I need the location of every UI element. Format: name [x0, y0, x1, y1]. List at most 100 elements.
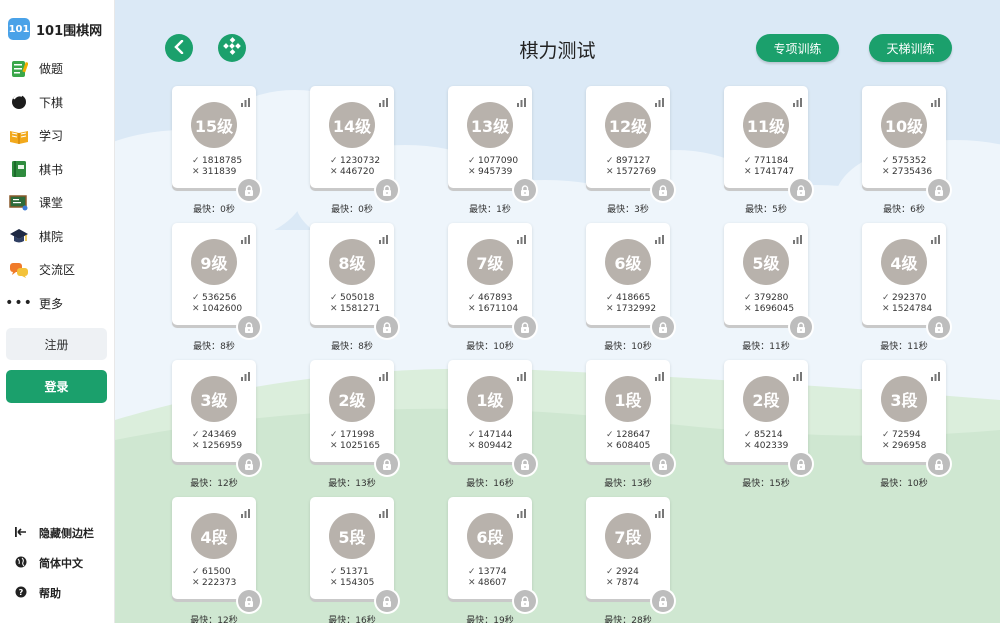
stats-chart-icon[interactable] [793, 366, 802, 381]
level-card[interactable]: 3段 ✓ 72594 ✕ 296958 [862, 360, 946, 462]
lock-button[interactable] [376, 590, 398, 612]
rank-badge: 6级 [605, 239, 651, 285]
rank-badge: 4段 [191, 513, 237, 559]
level-card[interactable]: 11级 ✓ 771184 ✕ 1741747 [724, 86, 808, 188]
stats-chart-icon[interactable] [655, 92, 664, 107]
lock-button[interactable] [514, 179, 536, 201]
lock-button[interactable] [790, 179, 812, 201]
language-button[interactable]: 简体中文 [0, 548, 115, 578]
lock-button[interactable] [238, 316, 260, 338]
svg-text:?: ? [19, 588, 24, 597]
login-button[interactable]: 登录 [6, 370, 107, 403]
stats-chart-icon[interactable] [931, 366, 940, 381]
level-card[interactable]: 15级 ✓ 1818785 ✕ 311839 [172, 86, 256, 188]
sidebar-item-more[interactable]: ••• 更多 [0, 287, 115, 321]
hide-sidebar-button[interactable]: 隐藏侧边栏 [0, 518, 115, 548]
wrong-count-value: 1524784 [892, 304, 933, 314]
special-training-button[interactable]: 专项训练 [756, 34, 839, 62]
stats-chart-icon[interactable] [517, 92, 526, 107]
lock-button[interactable] [790, 316, 812, 338]
stats-chart-icon[interactable] [931, 229, 940, 244]
stats-chart-icon[interactable] [241, 503, 250, 518]
lock-button[interactable] [790, 453, 812, 475]
brand-logo: 101 [8, 18, 30, 40]
stats-chart-icon[interactable] [517, 503, 526, 518]
rank-badge: 2级 [329, 376, 375, 422]
level-card[interactable]: 6级 ✓ 418665 ✕ 1732992 [586, 223, 670, 325]
correct-count: ✓ 418665 [606, 293, 650, 304]
check-icon: ✓ [330, 156, 338, 166]
level-card[interactable]: 4级 ✓ 292370 ✕ 1524784 [862, 223, 946, 325]
lock-button[interactable] [238, 590, 260, 612]
sidebar-nav: 做题 下棋 学习 棋书 课堂 棋院 交流区 ••• 更多 [0, 52, 115, 320]
sidebar-item-books[interactable]: 棋书 [0, 153, 115, 187]
stats-chart-icon[interactable] [655, 503, 664, 518]
stats-chart-icon[interactable] [517, 229, 526, 244]
level-card[interactable]: 10级 ✓ 575352 ✕ 2735436 [862, 86, 946, 188]
level-card[interactable]: 6段 ✓ 13774 ✕ 48607 [448, 497, 532, 599]
sidebar-item-play[interactable]: 下棋 [0, 86, 115, 120]
level-card[interactable]: 1段 ✓ 128647 ✕ 608405 [586, 360, 670, 462]
sidebar-item-academy[interactable]: 棋院 [0, 220, 115, 254]
level-card[interactable]: 13级 ✓ 1077090 ✕ 945739 [448, 86, 532, 188]
level-card[interactable]: 14级 ✓ 1230732 ✕ 446720 [310, 86, 394, 188]
stats-chart-icon[interactable] [517, 366, 526, 381]
lock-button[interactable] [514, 316, 536, 338]
lock-button[interactable] [238, 179, 260, 201]
stats-chart-icon[interactable] [379, 229, 388, 244]
lock-icon [658, 181, 668, 200]
sidebar-item-exercises[interactable]: 做题 [0, 52, 115, 86]
level-card[interactable]: 2级 ✓ 171998 ✕ 1025165 [310, 360, 394, 462]
lock-button[interactable] [238, 453, 260, 475]
level-card[interactable]: 12级 ✓ 897127 ✕ 1572769 [586, 86, 670, 188]
level-card[interactable]: 7段 ✓ 2924 ✕ 7874 [586, 497, 670, 599]
level-card[interactable]: 4段 ✓ 61500 ✕ 222373 [172, 497, 256, 599]
brand[interactable]: 101 101围棋网 [8, 18, 102, 40]
correct-count: ✓ 771184 [744, 156, 788, 167]
level-card[interactable]: 3级 ✓ 243469 ✕ 1256959 [172, 360, 256, 462]
stats-chart-icon[interactable] [379, 503, 388, 518]
best-time: 最快：12秒 [190, 616, 238, 623]
lock-button[interactable] [376, 453, 398, 475]
lock-button[interactable] [652, 316, 674, 338]
stats-chart-icon[interactable] [379, 92, 388, 107]
stats-chart-icon[interactable] [241, 366, 250, 381]
correct-count: ✓ 292370 [882, 293, 926, 304]
stats-chart-icon[interactable] [655, 366, 664, 381]
lock-button[interactable] [652, 590, 674, 612]
stats-chart-icon[interactable] [793, 92, 802, 107]
lock-button[interactable] [514, 453, 536, 475]
stats-chart-icon[interactable] [793, 229, 802, 244]
stats-chart-icon[interactable] [379, 366, 388, 381]
stats-chart-icon[interactable] [931, 92, 940, 107]
help-button[interactable]: ? 帮助 [0, 578, 115, 608]
lock-button[interactable] [928, 316, 950, 338]
sidebar-item-learn[interactable]: 学习 [0, 119, 115, 153]
stats-chart-icon[interactable] [655, 229, 664, 244]
sidebar-item-classroom[interactable]: 课堂 [0, 186, 115, 220]
lock-button[interactable] [928, 453, 950, 475]
level-card[interactable]: 5级 ✓ 379280 ✕ 1696045 [724, 223, 808, 325]
level-card-item: 11级 ✓ 771184 ✕ 1741747 最快：5秒 [724, 86, 814, 216]
level-card[interactable]: 1级 ✓ 147144 ✕ 809442 [448, 360, 532, 462]
ladder-training-button[interactable]: 天梯训练 [869, 34, 952, 62]
register-button[interactable]: 注册 [6, 328, 107, 360]
lock-button[interactable] [652, 453, 674, 475]
stats-chart-icon[interactable] [241, 229, 250, 244]
level-card[interactable]: 2段 ✓ 85214 ✕ 402339 [724, 360, 808, 462]
sidebar-item-forum[interactable]: 交流区 [0, 253, 115, 287]
wrong-count: ✕ 7874 [606, 578, 639, 589]
lock-button[interactable] [376, 179, 398, 201]
lock-button[interactable] [376, 316, 398, 338]
lock-button[interactable] [514, 590, 536, 612]
wrong-count-value: 608405 [616, 441, 651, 451]
check-icon: ✓ [468, 156, 476, 166]
correct-count: ✓ 13774 [468, 567, 507, 578]
level-card[interactable]: 9级 ✓ 536256 ✕ 1042600 [172, 223, 256, 325]
level-card[interactable]: 7级 ✓ 467893 ✕ 1671104 [448, 223, 532, 325]
level-card[interactable]: 5段 ✓ 51371 ✕ 154305 [310, 497, 394, 599]
stats-chart-icon[interactable] [241, 92, 250, 107]
level-card[interactable]: 8级 ✓ 505018 ✕ 1581271 [310, 223, 394, 325]
lock-button[interactable] [928, 179, 950, 201]
lock-button[interactable] [652, 179, 674, 201]
